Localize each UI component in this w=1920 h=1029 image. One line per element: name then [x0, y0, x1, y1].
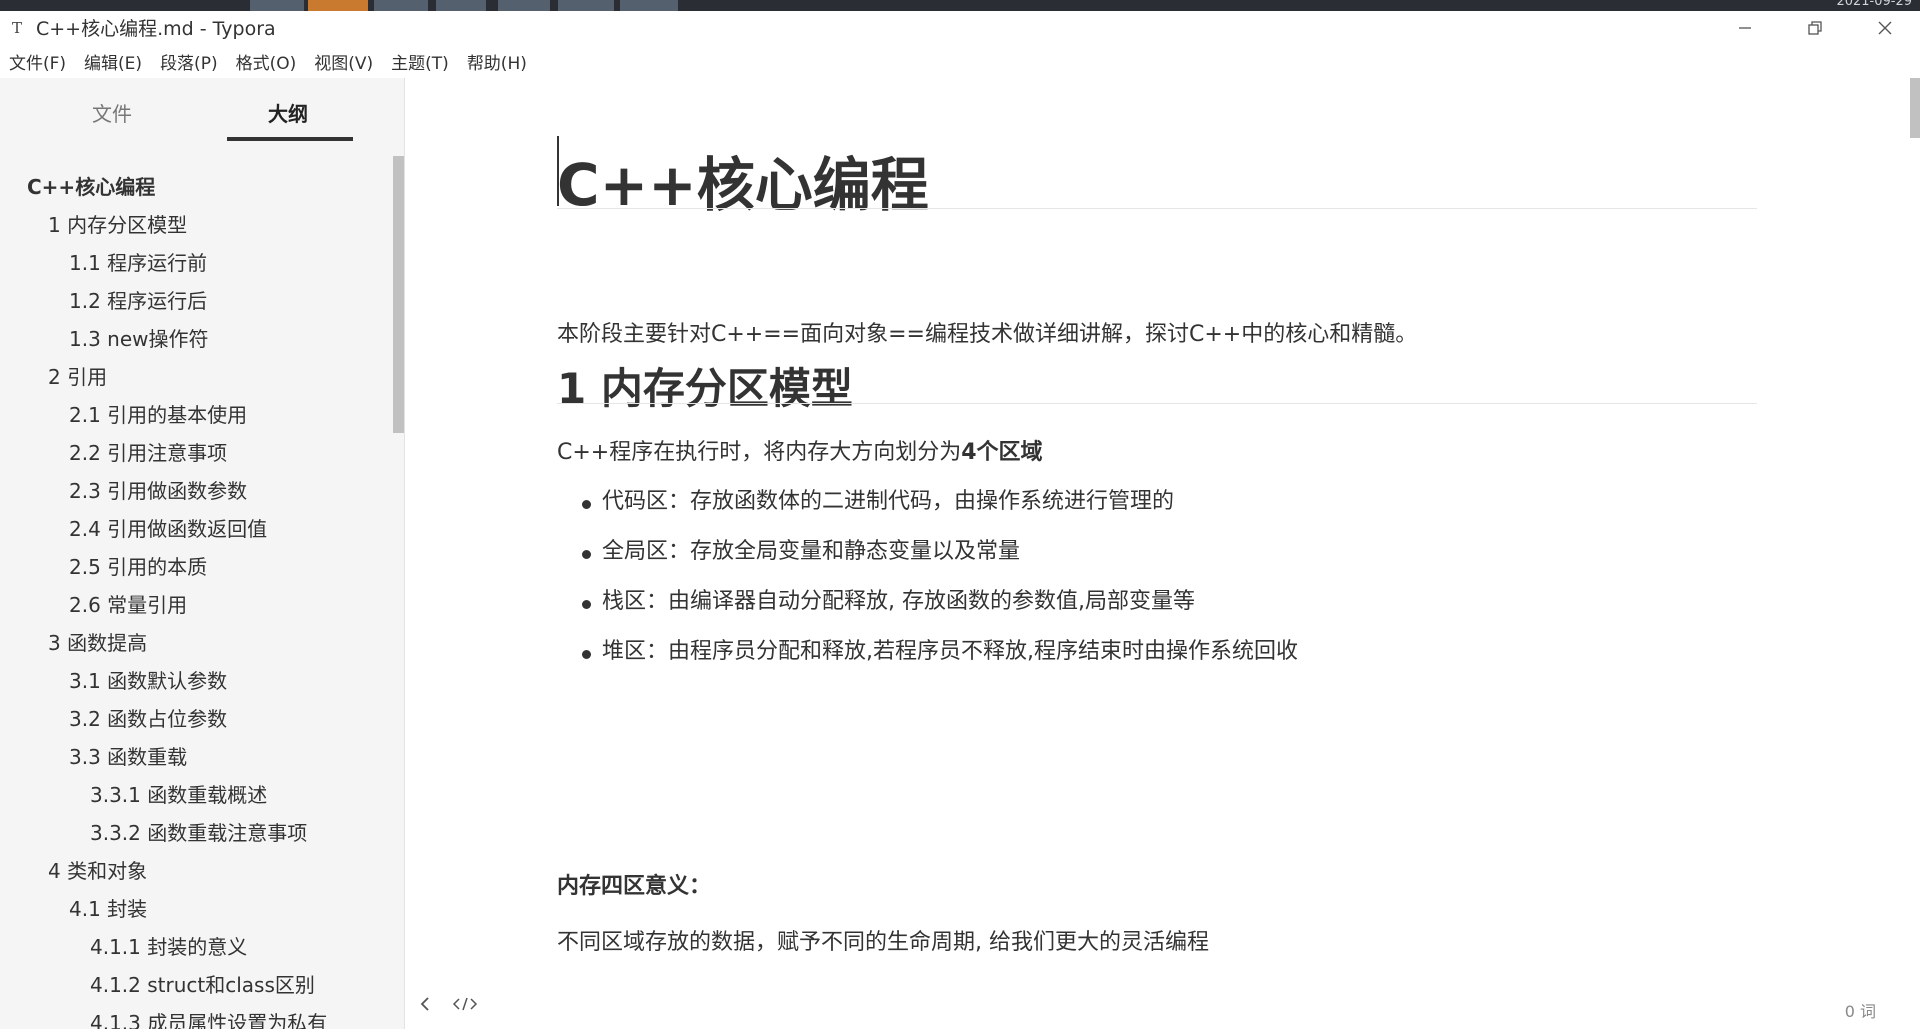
restore-button[interactable]	[1780, 11, 1850, 44]
doc-heading-2[interactable]: 1 内存分区模型	[557, 355, 853, 416]
outline-item[interactable]: 2.2 引用注意事项	[69, 437, 227, 466]
outline-item[interactable]: 2.5 引用的本质	[69, 551, 207, 580]
outline-item[interactable]: 3.2 函数占位参数	[69, 703, 227, 732]
outline-item[interactable]: 1.3 new操作符	[69, 323, 209, 352]
outline-item[interactable]: 3.3.1 函数重载概述	[90, 779, 267, 808]
chevron-left-icon	[420, 997, 429, 1011]
doc-paragraph[interactable]: C++程序在执行时，将内存大方向划分为4个区域	[557, 434, 1043, 466]
taskbar-app[interactable]	[498, 0, 550, 11]
taskbar-app[interactable]	[250, 0, 304, 11]
active-tab-indicator	[227, 137, 353, 141]
sidebar-scrollbar-thumb[interactable]	[393, 156, 404, 433]
paragraph-text: C++程序在执行时，将内存大方向划分为	[557, 440, 962, 465]
status-bar-left	[418, 996, 478, 1017]
sidebar: 文件 大纲 C++核心编程 1 内存分区模型 1.1 程序运行前 1.2 程序运行后 1…	[0, 78, 405, 1029]
menu-format[interactable]: 格式(O)	[236, 49, 297, 74]
close-button[interactable]	[1850, 11, 1920, 44]
minimize-icon	[1739, 26, 1751, 29]
menu-file[interactable]: 文件(F)	[9, 49, 66, 74]
outline-item[interactable]: 4 类和对象	[48, 855, 147, 884]
word-count[interactable]: 0 词	[1845, 998, 1876, 1022]
editor[interactable]: C++核心编程 本阶段主要针对C++==面向对象==编程技术做详细讲解，探讨C+…	[406, 78, 1920, 1029]
doc-paragraph[interactable]: 内存四区意义：	[557, 868, 711, 900]
minimize-button[interactable]	[1710, 11, 1780, 44]
taskbar-app[interactable]	[558, 0, 614, 11]
menu-bar: 文件(F) 编辑(E) 段落(P) 格式(O) 视图(V) 主题(T) 帮助(H…	[0, 44, 1920, 78]
heading-divider	[557, 403, 1757, 404]
tab-outline[interactable]: 大纲	[268, 98, 308, 127]
list-bullet	[582, 550, 591, 559]
restore-icon	[1808, 20, 1822, 35]
outline-list: C++核心编程 1 内存分区模型 1.1 程序运行前 1.2 程序运行后 1.3 new…	[0, 156, 392, 1029]
taskbar-app-active[interactable]	[308, 0, 368, 11]
list-item[interactable]: 栈区：由编译器自动分配释放, 存放函数的参数值,局部变量等	[602, 583, 1195, 615]
outline-item[interactable]: 3.3 函数重载	[69, 741, 187, 770]
doc-intro-paragraph[interactable]: 本阶段主要针对C++==面向对象==编程技术做详细讲解，探讨C++中的核心和精髓…	[557, 316, 1417, 348]
outline-item[interactable]: 4.1.3 成员属性设置为私有	[90, 1007, 327, 1029]
outline-item[interactable]: 2.1 引用的基本使用	[69, 399, 247, 428]
outline-item[interactable]: 1.1 程序运行前	[69, 247, 207, 276]
menu-help[interactable]: 帮助(H)	[467, 49, 527, 74]
typora-app-icon: T	[11, 18, 22, 37]
paragraph-bold-text: 4个区域	[961, 440, 1043, 465]
taskbar-app[interactable]	[374, 0, 428, 11]
outline-item[interactable]: 3 函数提高	[48, 627, 147, 656]
outline-item[interactable]: 4.1 封装	[69, 893, 147, 922]
outline-item[interactable]: 4.1.2 struct和class区别	[90, 969, 315, 998]
doc-heading-1[interactable]: C++核心编程	[557, 138, 1757, 222]
outline-item[interactable]: 2.3 引用做函数参数	[69, 475, 247, 504]
tab-files[interactable]: 文件	[92, 98, 132, 127]
window-controls	[1710, 11, 1920, 44]
taskbar-strip: 2021-09-29	[0, 0, 1920, 11]
outline-item[interactable]: 3.1 函数默认参数	[69, 665, 227, 694]
outline-item[interactable]: 2.6 常量引用	[69, 589, 187, 618]
menu-theme[interactable]: 主题(T)	[391, 49, 449, 74]
outline-item[interactable]: 1 内存分区模型	[48, 209, 187, 238]
toggle-sidebar-button[interactable]	[418, 996, 432, 1017]
paragraph-bold-text: 内存四区意义：	[557, 874, 712, 899]
outline-item[interactable]: 3.3.2 函数重载注意事项	[90, 817, 307, 846]
code-icon	[452, 997, 478, 1011]
taskbar-app[interactable]	[436, 0, 486, 11]
list-bullet	[582, 600, 591, 609]
list-item[interactable]: 全局区：存放全局变量和静态变量以及常量	[602, 533, 1020, 565]
taskbar-clock: 2021-09-29	[1836, 0, 1912, 9]
taskbar-app[interactable]	[620, 0, 678, 11]
outline-item[interactable]: 2.4 引用做函数返回值	[69, 513, 267, 542]
list-bullet	[582, 500, 591, 509]
close-icon	[1878, 21, 1892, 34]
outline-item[interactable]: 4.1.1 封装的意义	[90, 931, 247, 960]
window-title: C++核心编程.md - Typora	[36, 18, 276, 40]
menu-edit[interactable]: 编辑(E)	[84, 49, 142, 74]
list-item[interactable]: 堆区：由程序员分配和释放,若程序员不释放,程序结束时由操作系统回收	[602, 633, 1298, 665]
list-bullet	[582, 650, 591, 659]
editor-scrollbar-thumb[interactable]	[1910, 78, 1920, 138]
source-code-mode-button[interactable]	[452, 996, 478, 1017]
sidebar-tabs: 文件 大纲	[0, 78, 404, 156]
outline-item[interactable]: 2 引用	[48, 361, 107, 390]
outline-item[interactable]: 1.2 程序运行后	[69, 285, 207, 314]
heading-divider	[557, 208, 1757, 209]
doc-paragraph[interactable]: 不同区域存放的数据，赋予不同的生命周期, 给我们更大的灵活编程	[557, 924, 1209, 956]
menu-view[interactable]: 视图(V)	[314, 49, 373, 74]
list-item[interactable]: 代码区：存放函数体的二进制代码，由操作系统进行管理的	[602, 483, 1174, 515]
menu-paragraph[interactable]: 段落(P)	[160, 49, 218, 74]
title-bar: T C++核心编程.md - Typora	[0, 11, 1920, 44]
outline-item[interactable]: C++核心编程	[27, 171, 155, 200]
